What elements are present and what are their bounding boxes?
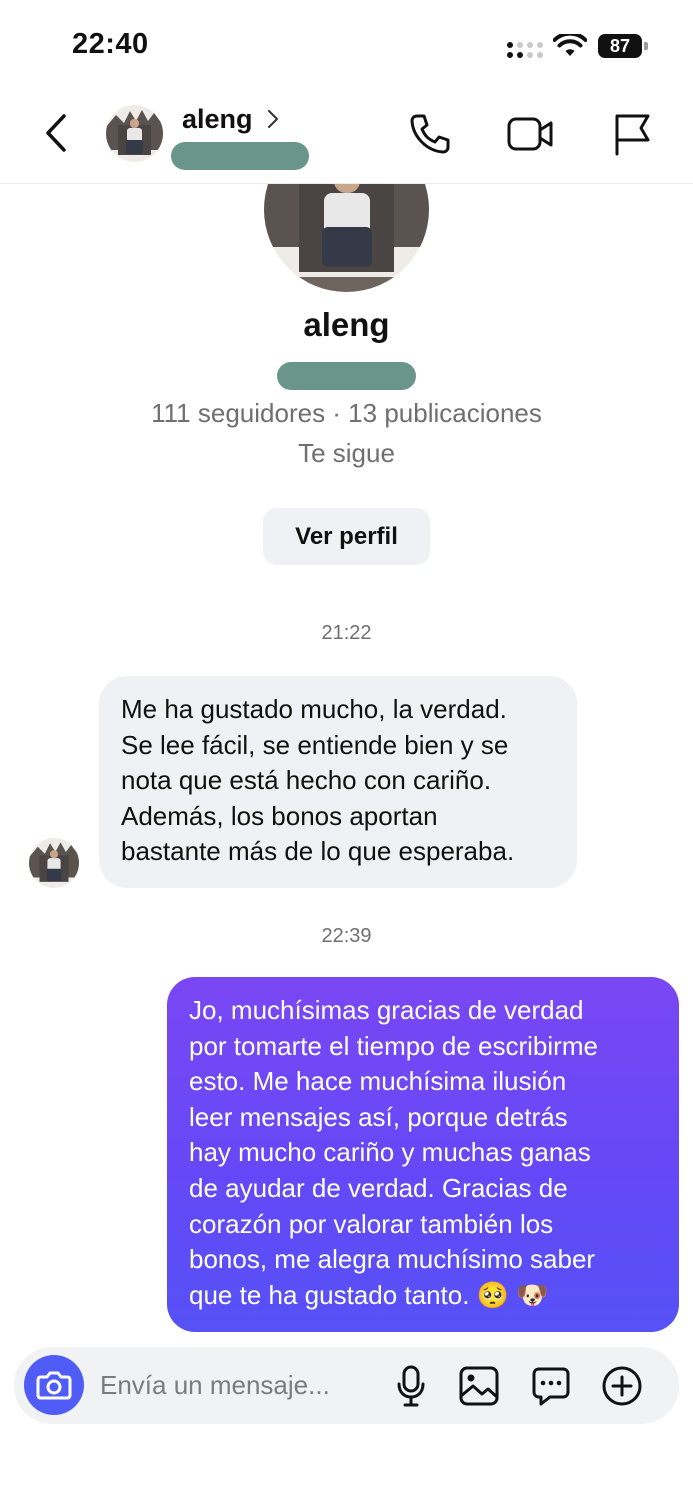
chevron-right-icon[interactable] (266, 108, 280, 130)
message-timestamp: 21:22 (321, 622, 372, 644)
status-time: 22:40 (72, 28, 149, 60)
message-line: bonos, me alegra muchísimo saber (189, 1244, 596, 1275)
back-icon[interactable] (40, 112, 72, 154)
message-line: esto. Me hace muchísima ilusión (189, 1066, 567, 1097)
video-camera-icon[interactable] (506, 114, 554, 154)
microphone-icon[interactable] (396, 1365, 426, 1407)
message-line: Se lee fácil, se entiende bien y se (121, 729, 509, 760)
camera-button[interactable] (24, 1355, 84, 1415)
flag-icon[interactable] (612, 112, 652, 156)
message-line: que te ha gustado tanto. 🥺 🐶 (189, 1279, 549, 1310)
follow-status: Te sigue (298, 438, 395, 468)
phone-icon[interactable] (408, 112, 452, 156)
sender-avatar-image (29, 838, 79, 888)
message-timestamp: 22:39 (321, 925, 372, 947)
plus-icon[interactable] (601, 1365, 643, 1407)
message-line: Me ha gustado mucho, la verdad. (121, 694, 507, 724)
cellular-signal-icon (507, 42, 543, 58)
status-bar: 22:40 87 (0, 0, 693, 90)
message-line: Jo, muchísimas gracias de verdad (189, 995, 584, 1025)
message-line: nota que está hecho con cariño. (121, 765, 492, 796)
message-line: Además, los bonos aportan (121, 800, 438, 831)
wifi-icon (553, 34, 587, 56)
battery-level: 87 (609, 36, 631, 56)
view-profile-button[interactable]: Ver perfil (263, 508, 430, 565)
message-line: de ayudar de verdad. Gracias de (189, 1172, 568, 1203)
avatar[interactable] (106, 105, 163, 162)
profile-name: aleng (303, 306, 390, 343)
message-composer (14, 1347, 679, 1424)
chat-header: aleng (0, 90, 693, 184)
message-line: hay mucho cariño y muchas ganas (189, 1137, 591, 1168)
header-username[interactable]: aleng (182, 104, 253, 135)
battery-cap (644, 42, 648, 50)
battery-indicator: 87 (598, 34, 648, 58)
avatar-image (106, 105, 163, 162)
gallery-icon[interactable] (458, 1365, 500, 1407)
sticker-icon[interactable] (530, 1365, 572, 1407)
message-line: bastante más de lo que esperaba. (121, 836, 515, 867)
message-line: corazón por valorar también los (189, 1208, 554, 1239)
redacted-profile-subtitle (277, 362, 416, 390)
message-input[interactable] (100, 1347, 380, 1424)
message-line: leer mensajes así, porque detrás (189, 1101, 568, 1132)
sender-avatar[interactable] (29, 838, 79, 888)
incoming-message-bubble[interactable]: Me ha gustado mucho, la verdad. Se lee f… (99, 676, 577, 888)
camera-icon (36, 1371, 72, 1400)
redacted-subtitle (171, 142, 309, 170)
outgoing-message-bubble[interactable]: Jo, muchísimas gracias de verdad por tom… (167, 977, 679, 1332)
profile-stats: 111 seguidores · 13 publicaciones (151, 398, 542, 428)
message-line: por tomarte el tiempo de escribirme (189, 1030, 598, 1061)
